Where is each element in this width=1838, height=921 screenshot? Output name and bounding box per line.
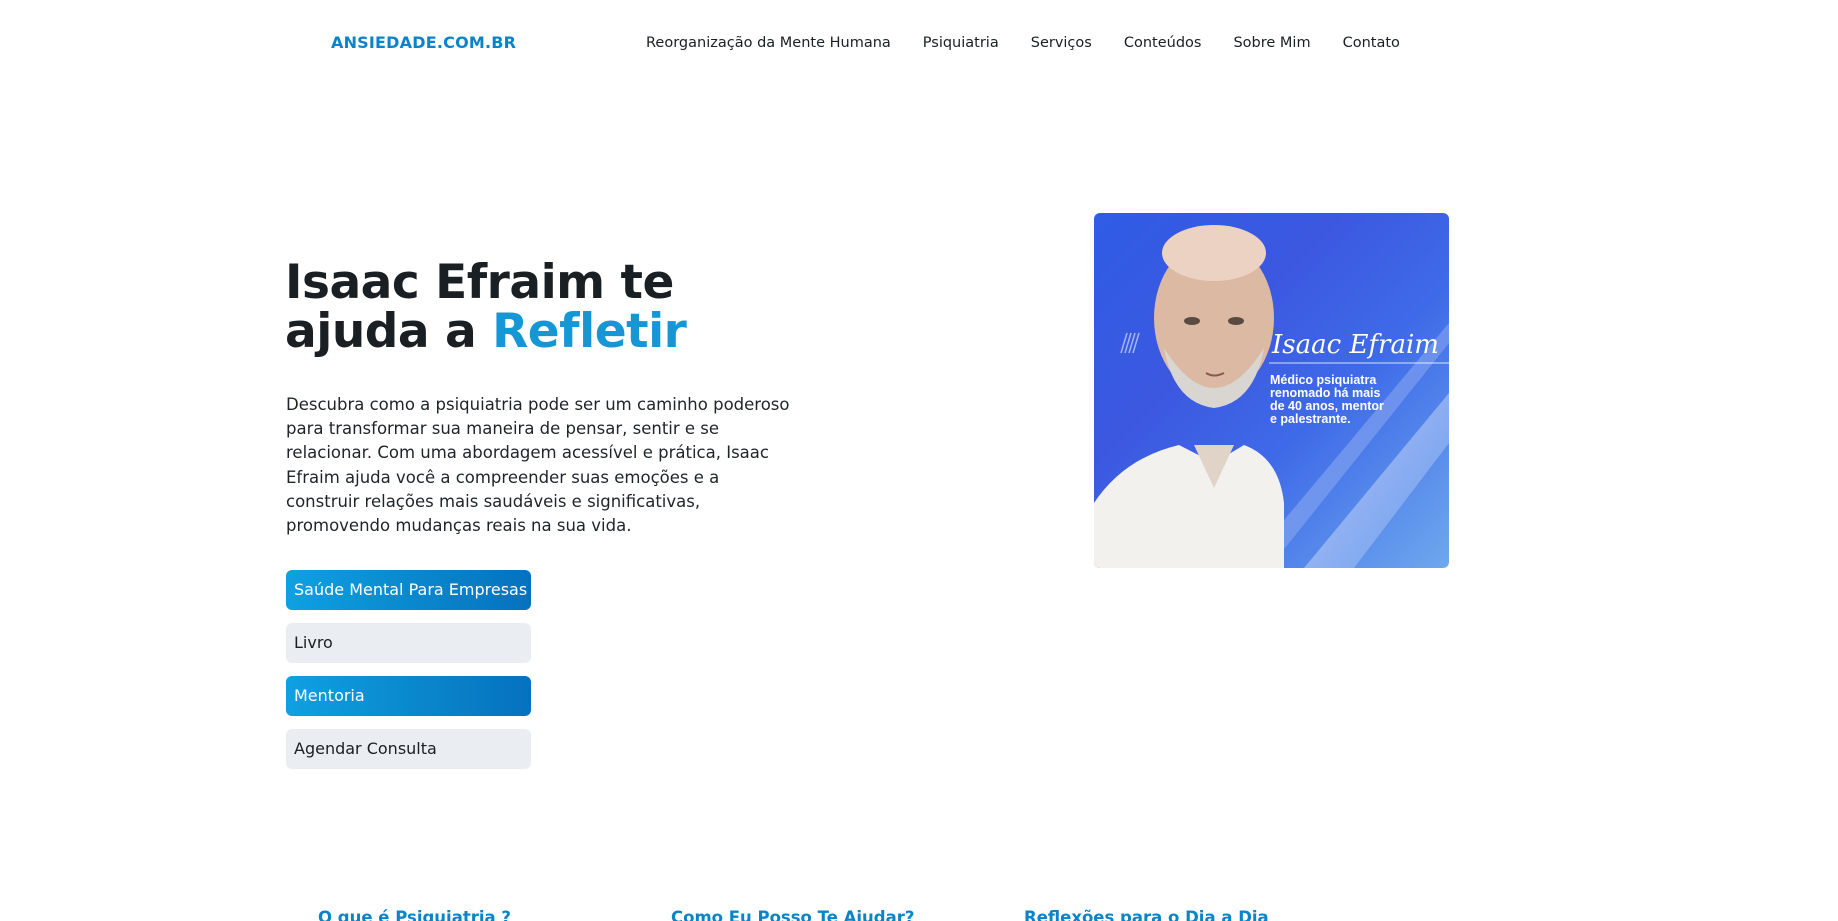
agendar-consulta-button[interactable]: Agendar Consulta xyxy=(286,729,531,769)
head-top-shape xyxy=(1162,225,1266,281)
mentoria-button[interactable]: Mentoria xyxy=(286,676,531,716)
doctor-portrait-illustration: Isaac Efraim Médico psiquiatra renomado … xyxy=(1094,225,1449,568)
main-nav: Reorganização da Mente Humana Psiquiatri… xyxy=(646,35,1432,51)
hero-title-accent: Refletir xyxy=(492,304,687,359)
hero-description: Descubra como a psiquiatria pode ser um … xyxy=(286,395,790,536)
hero-title-line1: Isaac Efraim te xyxy=(285,255,674,310)
link-o-que-e-psiquiatria[interactable]: O que é Psiquiatria ? xyxy=(318,908,511,921)
signature-text: Isaac Efraim xyxy=(1271,330,1439,360)
hero-title: Isaac Efraim te ajuda a Refletir xyxy=(285,255,687,359)
livro-button[interactable]: Livro xyxy=(286,623,531,663)
photo-caption-line1: Médico psiquiatra xyxy=(1270,373,1377,387)
shirt-shape xyxy=(1094,445,1284,568)
site-logo[interactable]: ANSIEDADE.COM.BR xyxy=(331,33,516,52)
nav-item-servicos[interactable]: Serviços xyxy=(1031,35,1092,51)
link-reflexoes[interactable]: Reflexões para o Dia a Dia xyxy=(1024,908,1269,921)
photo-caption-line4: e palestrante. xyxy=(1270,412,1351,426)
nav-item-reorganizacao[interactable]: Reorganização da Mente Humana xyxy=(646,35,891,51)
bottom-links: O que é Psiquiatria ? Como Eu Posso Te A… xyxy=(0,908,1838,921)
hero-buttons: Saúde Mental Para Empresas Livro Mentori… xyxy=(286,570,531,782)
doctor-photo: Isaac Efraim Médico psiquiatra renomado … xyxy=(1094,213,1449,568)
nav-item-sobre-mim[interactable]: Sobre Mim xyxy=(1233,35,1310,51)
saude-mental-empresas-button[interactable]: Saúde Mental Para Empresas xyxy=(286,570,531,610)
photo-caption-line3: de 40 anos, mentor xyxy=(1270,399,1384,413)
photo-caption-line2: renomado há mais xyxy=(1270,386,1380,400)
nav-item-contato[interactable]: Contato xyxy=(1343,35,1400,51)
right-eye-shape xyxy=(1228,317,1244,325)
nav-item-conteudos[interactable]: Conteúdos xyxy=(1124,35,1202,51)
left-eye-shape xyxy=(1184,317,1200,325)
hero-title-line2-prefix: ajuda a xyxy=(285,304,493,359)
link-como-posso-ajudar[interactable]: Como Eu Posso Te Ajudar? xyxy=(671,908,914,921)
pattern-lines xyxy=(1120,332,1140,354)
nav-item-psiquiatria[interactable]: Psiquiatria xyxy=(923,35,999,51)
